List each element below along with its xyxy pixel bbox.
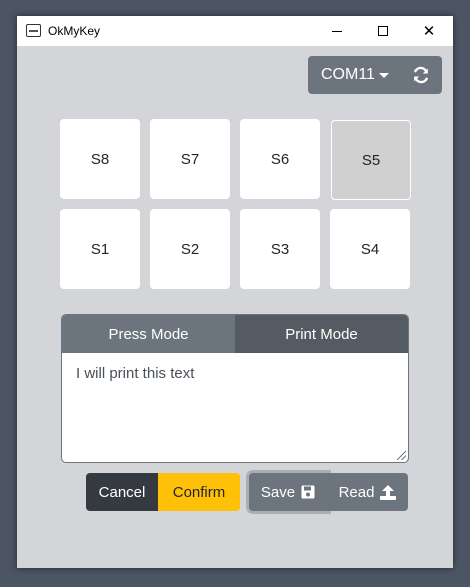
maximize-icon [378, 26, 388, 36]
refresh-icon[interactable] [412, 66, 430, 84]
key-grid: S8 S7 S6 S5 S1 S2 S3 S4 [60, 119, 411, 289]
resize-grip-icon[interactable] [397, 451, 406, 460]
key-s6[interactable]: S6 [240, 119, 320, 199]
port-dropdown-label: COM11 [321, 66, 375, 83]
minimize-button[interactable] [314, 16, 360, 46]
save-label: Save [260, 483, 296, 501]
minimize-icon [332, 30, 342, 32]
upload-icon [380, 485, 397, 500]
key-s3[interactable]: S3 [240, 209, 320, 289]
key-s7[interactable]: S7 [150, 119, 230, 199]
key-s8[interactable]: S8 [60, 119, 140, 199]
read-label: Read [338, 483, 375, 501]
key-s1[interactable]: S1 [60, 209, 140, 289]
title-bar: OkMyKey ✕ [17, 16, 453, 46]
maximize-button[interactable] [360, 16, 406, 46]
confirm-button[interactable]: Confirm [158, 473, 240, 511]
app-window: OkMyKey ✕ COM11 S8 S7 S6 S5 S1 S2 S3 S4 … [17, 16, 453, 568]
keyboard-icon [26, 24, 41, 37]
port-selector[interactable]: COM11 [308, 56, 442, 94]
mode-tabs: Press Mode Print Mode [62, 315, 408, 353]
save-icon [301, 485, 315, 499]
mode-panel: Press Mode Print Mode I will print this … [61, 314, 409, 463]
tab-press-mode[interactable]: Press Mode [62, 315, 235, 353]
close-icon: ✕ [422, 22, 436, 40]
chevron-down-icon [378, 73, 389, 78]
window-title: OkMyKey [48, 24, 101, 38]
key-s2[interactable]: S2 [150, 209, 230, 289]
save-button[interactable]: Save [249, 473, 328, 511]
read-button[interactable]: Read [328, 473, 408, 511]
tab-print-mode[interactable]: Print Mode [235, 315, 408, 353]
key-s4[interactable]: S4 [330, 209, 410, 289]
key-s5[interactable]: S5 [331, 120, 411, 200]
print-text-input[interactable]: I will print this text [62, 353, 408, 462]
close-button[interactable]: ✕ [406, 16, 452, 46]
cancel-button[interactable]: Cancel [86, 473, 158, 511]
